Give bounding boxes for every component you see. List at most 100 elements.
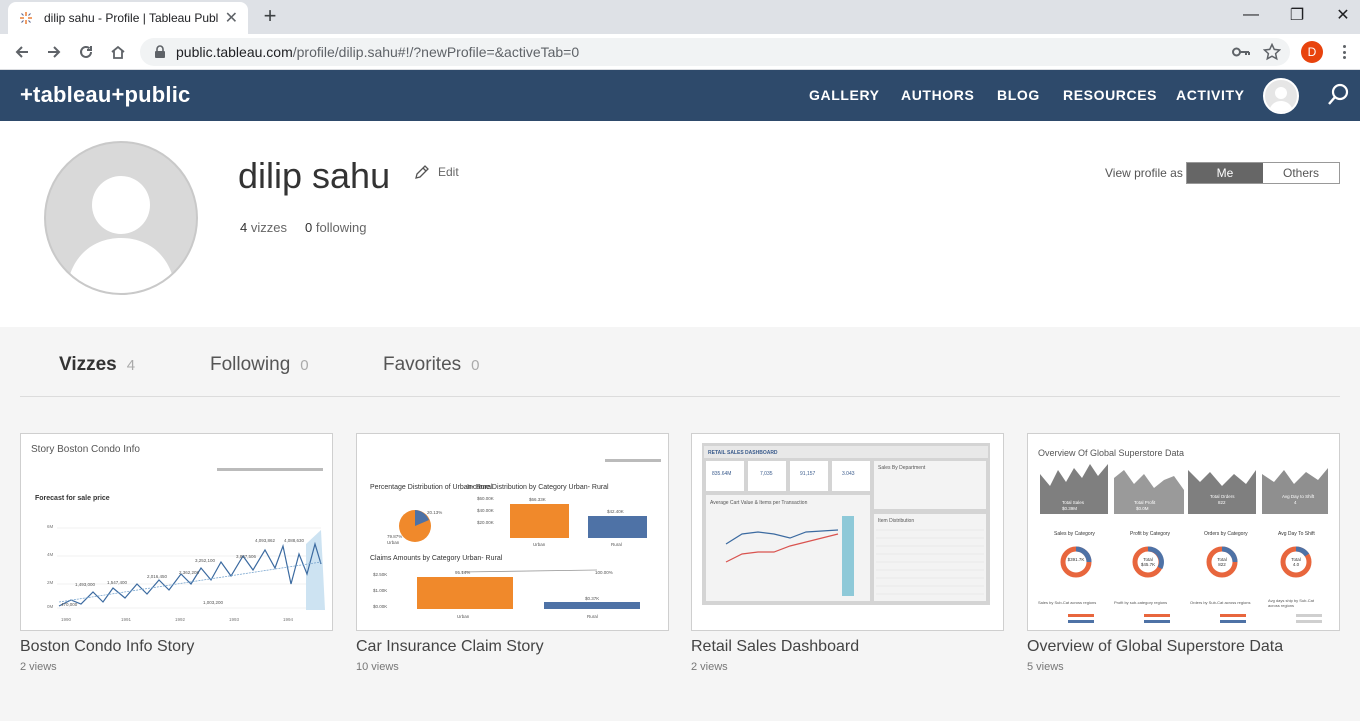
svg-text:1994: 1994 [283,617,294,622]
thumb-subheading: Forecast for sale price [35,495,110,502]
svg-text:470,000: 470,000 [61,602,78,607]
svg-text:$0.37K: $0.37K [585,596,599,601]
forward-arrow-icon[interactable] [40,38,68,66]
viz-thumbnail[interactable]: Overview Of Global Superstore Data Total… [1027,433,1340,631]
search-icon[interactable] [1326,82,1352,108]
viz-card[interactable]: Overview Of Global Superstore Data Total… [1027,433,1340,673]
viz-title[interactable]: Overview of Global Superstore Data [1027,638,1340,656]
viz-views: 2 views [691,661,728,673]
svg-text:1,493,000: 1,493,000 [75,582,96,587]
viz-title[interactable]: Car Insurance Claim Story [356,638,669,656]
url-host: public.tableau.com [176,44,293,60]
viz-card[interactable]: Story Boston Condo Info Forecast for sal… [20,433,333,673]
pencil-icon [414,164,430,180]
viz-views: 2 views [20,661,57,673]
svg-text:$2.50K: $2.50K [373,572,387,577]
profile-header: dilip sahu Edit 4 vizzes 0 following Vie… [0,121,1360,327]
thumb-subheading: Sales by Category [1054,531,1095,537]
svg-text:2,016,450: 2,016,450 [147,574,168,579]
svg-text:1,547,400: 1,547,400 [107,580,128,585]
tab-count: 0 [300,357,309,374]
svg-text:6M: 6M [47,524,54,529]
thumb-heading: Story Boston Condo Info [31,444,140,455]
nav-activity[interactable]: ACTIVITY [1176,87,1245,103]
nav-authors[interactable]: AUTHORS [901,87,974,103]
back-arrow-icon[interactable] [8,38,36,66]
svg-text:Rural: Rural [611,542,622,547]
viz-title[interactable]: Retail Sales Dashboard [691,638,1004,656]
edit-profile-link[interactable]: Edit [414,164,459,180]
svg-text:$391.7K: $391.7K [1068,557,1085,562]
svg-text:1991: 1991 [121,617,132,622]
viz-thumbnail[interactable]: RETAIL SALES DASHBOARD 835.64M 7,035 91,15… [691,433,1004,631]
svg-text:$66.33K: $66.33K [529,497,546,502]
view-as-others-button[interactable]: Others [1263,163,1339,183]
user-avatar-icon[interactable] [1263,78,1299,114]
nav-gallery[interactable]: GALLERY [809,87,880,103]
reload-icon[interactable] [72,38,100,66]
bookmark-star-icon[interactable] [1262,42,1282,62]
svg-text:20.13%: 20.13% [427,510,442,515]
thumb-subheading: Sales By Department [878,465,926,471]
svg-text:7,035: 7,035 [760,471,773,477]
tableau-favicon-icon [18,10,34,26]
svg-text:Orders by Sub-Cat across regio: Orders by Sub-Cat across regions [1190,600,1250,605]
thumb-subheading: Avg Day To Shift [1278,531,1315,537]
svg-text:2,362,208: 2,362,208 [179,570,200,575]
profile-stats: 4 vizzes 0 following [240,220,367,235]
svg-text:95.14%: 95.14% [455,570,470,575]
svg-text:3.043: 3.043 [842,471,855,477]
svg-text:Urban: Urban [533,542,546,547]
viz-thumbnail[interactable]: Story Boston Condo Info Forecast for sal… [20,433,333,631]
svg-text:822: 822 [1218,562,1226,567]
nav-resources[interactable]: RESOURCES [1063,87,1157,103]
viz-card[interactable]: Percentage Distribution of Urban- Rural … [356,433,669,673]
svg-text:$0.39M: $0.39M [1062,506,1077,511]
svg-text:100.00%: 100.00% [595,570,613,575]
edit-label: Edit [438,165,459,179]
view-profile-as-label: View profile as [1105,166,1183,180]
svg-text:0M: 0M [47,604,54,609]
view-as-me-button[interactable]: Me [1187,163,1263,183]
new-tab-icon[interactable]: + [258,5,282,29]
url-path: /profile/dilip.sahu#!/?newProfile=&activ… [292,44,580,60]
svg-text:Rural: Rural [587,614,598,619]
window-close-icon[interactable]: ✕ [1320,0,1360,30]
svg-text:$42.40K: $42.40K [607,509,624,514]
browser-tab[interactable]: dilip sahu - Profile | Tableau Publi ✕ [8,2,248,34]
svg-text:Profit by sub-category regions: Profit by sub-category regions [1114,600,1167,605]
svg-text:835.64M: 835.64M [712,471,731,477]
tab-following[interactable]: Following 0 [210,354,309,376]
browser-toolbar: public.tableau.com/profile/dilip.sahu#!/… [0,34,1360,70]
home-icon[interactable] [104,38,132,66]
browser-tab-title: dilip sahu - Profile | Tableau Publi [44,11,219,25]
browser-profile-avatar[interactable]: D [1301,41,1323,63]
browser-menu-icon[interactable] [1336,42,1352,62]
viz-thumbnail[interactable]: Percentage Distribution of Urban- Rural … [356,433,669,631]
nav-blog[interactable]: BLOG [997,87,1040,103]
svg-text:$0.00K: $0.00K [373,604,387,609]
tab-close-icon[interactable]: ✕ [225,8,238,28]
svg-text:822: 822 [1218,500,1226,505]
svg-text:4.0: 4.0 [1293,562,1300,567]
svg-text:$20.00K: $20.00K [477,520,494,525]
viz-views: 10 views [356,661,399,673]
tabs-divider [20,396,1340,397]
key-icon[interactable] [1231,42,1251,62]
minimize-icon[interactable]: — [1228,0,1274,30]
svg-text:3,252,100: 3,252,100 [195,558,216,563]
tableau-public-logo[interactable]: +tableau+public [20,82,191,108]
svg-text:Urban: Urban [457,614,470,619]
restore-icon[interactable]: ❐ [1274,0,1320,30]
viz-card[interactable]: RETAIL SALES DASHBOARD 835.64M 7,035 91,15… [691,433,1004,673]
address-bar[interactable]: public.tableau.com/profile/dilip.sahu#!/… [140,38,1290,66]
svg-text:$40.00K: $40.00K [477,508,494,513]
viz-title[interactable]: Boston Condo Info Story [20,638,333,656]
svg-text:Total Orders: Total Orders [1210,494,1235,499]
svg-text:4M: 4M [47,552,54,557]
following-count: 0 [305,220,313,235]
tab-vizzes[interactable]: Vizzes 4 [59,354,135,376]
tab-count: 4 [126,357,136,374]
tab-favorites[interactable]: Favorites 0 [383,354,479,376]
thumb-subheading: Item Distribution [878,518,914,524]
